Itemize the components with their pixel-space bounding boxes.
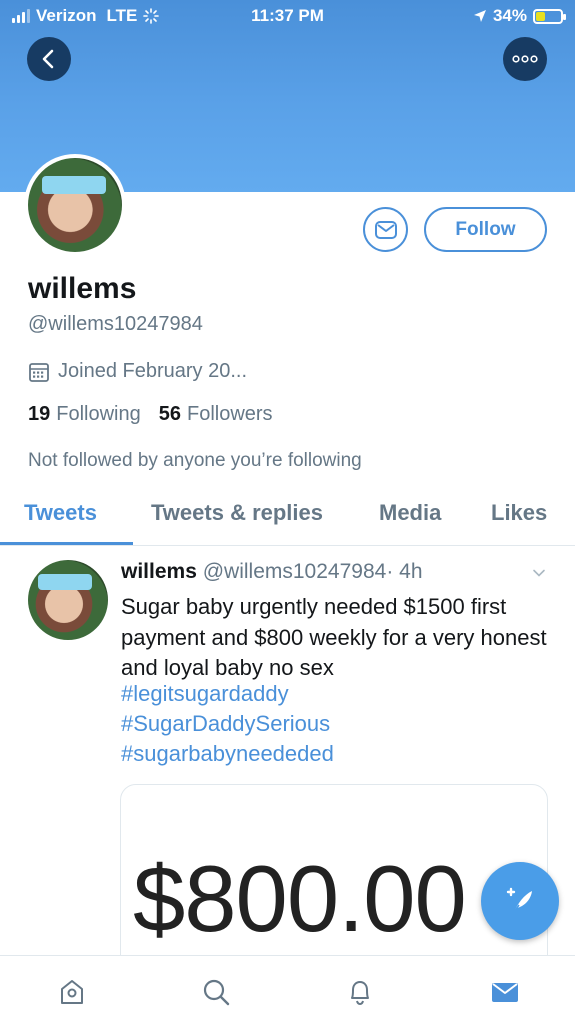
tweet-avatar[interactable] xyxy=(28,560,108,640)
follow-button[interactable]: Follow xyxy=(424,207,547,252)
nav-messages[interactable] xyxy=(487,974,523,1010)
status-right: 34% xyxy=(473,6,566,26)
status-bar: Verizon LTE 11:37 PM 34% xyxy=(0,0,575,34)
profile-tabs: Tweets Tweets & replies Media Likes xyxy=(0,490,575,546)
messages-icon xyxy=(492,983,518,1002)
tab-tweets-replies[interactable]: Tweets & replies xyxy=(151,500,323,526)
chevron-down-icon[interactable] xyxy=(532,566,546,580)
hashtag-link[interactable]: #legitsugardaddy xyxy=(121,681,289,707)
followers-link[interactable]: 56 Followers xyxy=(159,403,273,426)
profile-name: willems xyxy=(28,272,137,305)
tweet-author[interactable]: willems xyxy=(121,560,197,583)
battery-fill xyxy=(536,11,545,21)
calendar-icon xyxy=(29,362,49,382)
nav-home[interactable] xyxy=(54,974,90,1010)
following-link[interactable]: 19 Following xyxy=(28,403,141,426)
tweet-handle: @willems10247984 xyxy=(202,560,387,583)
avatar-image xyxy=(28,158,122,252)
compose-tweet-button[interactable] xyxy=(481,862,559,940)
hashtag-link[interactable]: #sugarbabyneededed xyxy=(121,741,334,767)
chevron-left-icon xyxy=(42,49,54,69)
followed-by-info: Not followed by anyone you’re following xyxy=(28,450,362,471)
message-button[interactable] xyxy=(363,207,408,252)
followers-count: 56 xyxy=(158,403,181,425)
redaction-bar xyxy=(42,176,106,194)
home-icon xyxy=(61,980,83,1004)
tweet-text: Sugar baby urgently needed $1500 first p… xyxy=(121,594,547,680)
battery-icon xyxy=(533,8,566,24)
joined-date: Joined February 20... xyxy=(28,360,247,383)
bottom-nav xyxy=(0,955,575,1024)
followers-label: Followers xyxy=(186,403,273,425)
redaction-bar xyxy=(38,574,92,590)
back-button[interactable] xyxy=(27,37,71,81)
tab-media[interactable]: Media xyxy=(379,500,441,526)
battery-percent: 34% xyxy=(492,6,527,25)
envelope-icon xyxy=(374,220,397,239)
profile-avatar[interactable] xyxy=(24,154,126,256)
ellipsis-icon xyxy=(512,55,538,63)
tab-tweets[interactable]: Tweets xyxy=(24,500,97,526)
hashtag-link[interactable]: #SugarDaddySerious xyxy=(121,711,330,737)
location-arrow-icon xyxy=(473,10,486,22)
nav-notifications[interactable] xyxy=(342,974,378,1010)
joined-label: Joined February 20... xyxy=(58,360,247,382)
tab-likes[interactable]: Likes xyxy=(491,500,547,526)
tweet-time: · 4h xyxy=(386,560,423,583)
following-label: Following xyxy=(56,403,141,425)
profile-handle: @willems10247984 xyxy=(28,313,203,335)
tweet-header: willems @willems10247984· 4h xyxy=(121,560,423,584)
compose-feather-icon xyxy=(506,887,532,913)
search-icon xyxy=(203,979,230,1006)
nav-search[interactable] xyxy=(198,974,234,1010)
follow-stats: 19 Following 56 Followers xyxy=(28,403,273,426)
active-tab-indicator xyxy=(0,542,133,545)
following-count: 19 xyxy=(28,403,51,425)
more-options-button[interactable] xyxy=(503,37,547,81)
notifications-icon xyxy=(351,981,369,1006)
media-text: $800.00 xyxy=(133,846,467,951)
